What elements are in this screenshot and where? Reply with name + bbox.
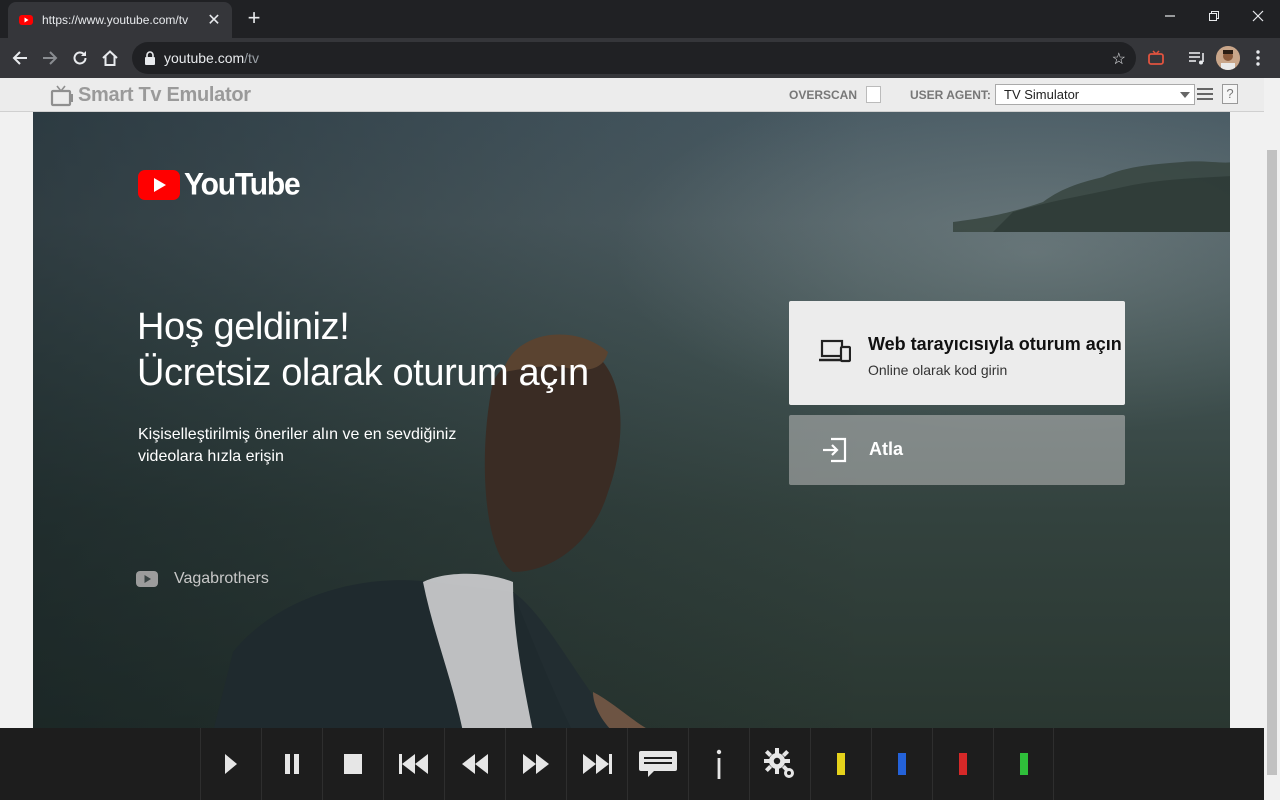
- welcome-line-1: Hoş geldiniz!: [137, 306, 350, 348]
- user-avatar-icon: [1216, 46, 1240, 70]
- bookmark-star-icon[interactable]: ☆: [1112, 49, 1126, 69]
- lock-icon: [145, 51, 155, 65]
- remote-skip-next-button[interactable]: [566, 728, 627, 800]
- stop-icon: [344, 754, 362, 774]
- remote-stop-button[interactable]: [322, 728, 383, 800]
- close-icon: [1252, 10, 1264, 22]
- browser-menu-button[interactable]: [1246, 46, 1270, 70]
- forward-arrow-icon: [43, 51, 58, 65]
- minimize-window-button[interactable]: [1148, 0, 1192, 32]
- back-arrow-icon: [12, 51, 27, 65]
- rewind-icon: [462, 754, 488, 774]
- green-key-icon: [1019, 753, 1028, 775]
- url-path: /tv: [244, 50, 259, 66]
- youtube-wordmark: YouTube: [184, 167, 301, 202]
- tab-title: https://www.youtube.com/tv: [42, 13, 189, 27]
- dropdown-caret-icon: [1180, 92, 1190, 98]
- tv-logo-icon: [50, 85, 73, 106]
- overscan-checkbox[interactable]: [866, 86, 881, 103]
- home-icon: [102, 50, 118, 66]
- cast-extension-button[interactable]: [1144, 46, 1168, 70]
- welcome-heading: Hoş geldiniz! Ücretsiz olarak oturum açı…: [137, 304, 589, 396]
- close-tab-icon[interactable]: ✕: [206, 10, 222, 30]
- restore-window-button[interactable]: [1192, 0, 1236, 32]
- play-icon: [225, 754, 237, 774]
- hamburger-menu-icon[interactable]: [1197, 87, 1213, 101]
- help-button[interactable]: ?: [1222, 84, 1238, 104]
- restore-icon: [1209, 11, 1219, 21]
- remote-subtitles-button[interactable]: [627, 728, 688, 800]
- youtube-play-logo-icon: [138, 170, 180, 200]
- remote-yellow-button[interactable]: [810, 728, 871, 800]
- settings-gear-icon: [764, 748, 794, 778]
- remote-settings-button[interactable]: [749, 728, 810, 800]
- emulator-logo-text: Smart Tv Emulator: [78, 84, 251, 106]
- remote-control-bar: [0, 728, 1264, 800]
- overscan-label: OVERSCAN: [789, 88, 858, 102]
- pause-icon: [285, 754, 299, 774]
- remote-red-button[interactable]: [932, 728, 993, 800]
- video-credit: Vagabrothers: [136, 570, 269, 588]
- red-key-icon: [959, 753, 967, 775]
- new-tab-button[interactable]: +: [242, 6, 266, 30]
- fast-forward-icon: [523, 754, 549, 774]
- yellow-key-icon: [837, 753, 845, 775]
- skip-next-icon: [583, 754, 612, 774]
- web-page: Smart Tv Emulator OVERSCAN USER AGENT: T…: [0, 78, 1264, 728]
- youtube-small-icon: [136, 571, 158, 587]
- welcome-line-2: Ücretsiz olarak oturum açın: [137, 352, 589, 394]
- profile-avatar[interactable]: [1216, 46, 1240, 70]
- remote-skip-previous-button[interactable]: [383, 728, 444, 800]
- forward-button[interactable]: [38, 46, 62, 70]
- skip-button[interactable]: Atla: [789, 415, 1125, 485]
- emulator-logo: Smart Tv Emulator: [50, 84, 251, 107]
- more-vertical-icon: [1256, 50, 1260, 66]
- remote-green-button[interactable]: [993, 728, 1054, 800]
- remote-blue-button[interactable]: [871, 728, 932, 800]
- subtitles-icon: [639, 751, 677, 777]
- home-button[interactable]: [98, 46, 122, 70]
- scrollbar-thumb[interactable]: [1267, 150, 1277, 775]
- user-agent-label: USER AGENT:: [910, 88, 991, 102]
- reload-button[interactable]: [68, 46, 92, 70]
- credit-channel-name: Vagabrothers: [174, 570, 269, 587]
- devices-icon: [819, 339, 851, 363]
- welcome-subtext: Kişiselleştirilmiş öneriler alın ve en s…: [138, 426, 457, 465]
- url-host: youtube.com: [164, 50, 245, 66]
- browser-tab-strip: https://www.youtube.com/tv ✕ +: [0, 0, 1280, 38]
- playlist-icon: [1189, 52, 1204, 65]
- browser-tab[interactable]: https://www.youtube.com/tv ✕: [8, 2, 232, 38]
- skip-previous-icon: [399, 754, 428, 774]
- browser-toolbar: youtube.com/tv ☆: [0, 38, 1280, 78]
- reload-icon: [73, 51, 87, 65]
- user-agent-value: TV Simulator: [1004, 87, 1080, 102]
- close-window-button[interactable]: [1236, 0, 1280, 32]
- page-scrollbar[interactable]: [1264, 78, 1280, 800]
- tv-extension-icon: [1148, 50, 1164, 65]
- blue-key-icon: [898, 753, 906, 775]
- remote-info-button[interactable]: [688, 728, 749, 800]
- youtube-favicon-icon: [19, 15, 33, 25]
- youtube-logo: YouTube: [138, 167, 301, 202]
- remote-play-button[interactable]: [200, 728, 261, 800]
- emulator-header: Smart Tv Emulator OVERSCAN USER AGENT: T…: [0, 78, 1264, 112]
- signin-with-browser-button[interactable]: Web tarayıcısıyla oturum açın Online ola…: [789, 301, 1125, 405]
- skip-label: Atla: [869, 439, 904, 459]
- address-bar[interactable]: youtube.com/tv ☆: [132, 42, 1136, 74]
- remote-rewind-button[interactable]: [444, 728, 505, 800]
- back-button[interactable]: [8, 46, 32, 70]
- remote-fast-forward-button[interactable]: [505, 728, 566, 800]
- user-agent-select[interactable]: TV Simulator: [995, 84, 1195, 105]
- minimize-icon: [1165, 15, 1175, 17]
- info-icon: [716, 749, 722, 779]
- media-queue-button[interactable]: [1185, 46, 1209, 70]
- remote-pause-button[interactable]: [261, 728, 322, 800]
- enter-arrow-icon: [823, 437, 847, 463]
- tv-screen: YouTube Hoş geldiniz! Ücretsiz olarak ot…: [33, 112, 1230, 728]
- signin-subtitle: Online olarak kod girin: [868, 362, 1008, 378]
- signin-title: Web tarayıcısıyla oturum açın: [868, 334, 1122, 354]
- background-treeline: [953, 161, 1230, 232]
